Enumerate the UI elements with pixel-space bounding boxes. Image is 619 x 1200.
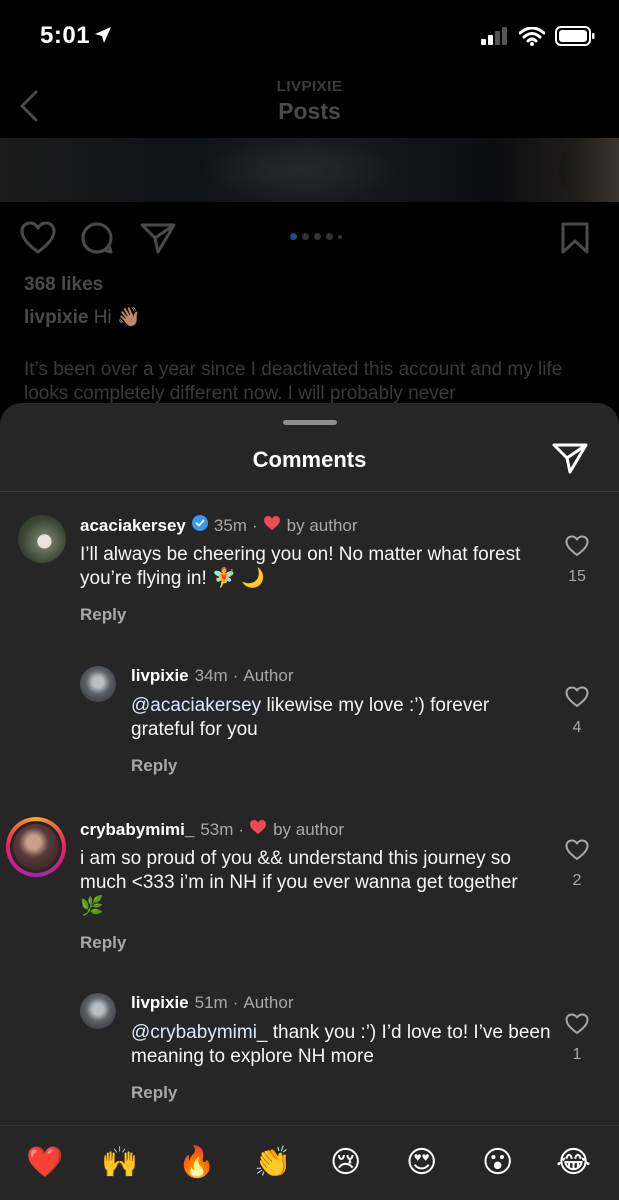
status-bar: 5:01 <box>0 0 619 70</box>
comment-time: 51m <box>194 993 228 1012</box>
reply-button[interactable]: Reply <box>80 605 126 625</box>
nav-header: LIVPIXIE Posts <box>0 70 619 140</box>
comment-author-tag: by author <box>273 819 344 839</box>
share-plane-icon[interactable] <box>552 441 588 480</box>
caption-text: Hi <box>93 307 112 328</box>
comment-username[interactable]: acaciakersey <box>80 516 186 536</box>
comment-time: 35m <box>213 515 247 535</box>
sheet-grabber[interactable] <box>283 420 337 425</box>
comment-like[interactable]: 4 <box>557 686 597 737</box>
heart-outline-icon[interactable] <box>565 1013 589 1039</box>
comment-like[interactable]: 1 <box>557 1013 597 1064</box>
comment-username[interactable]: crybabymimi_ <box>80 820 194 840</box>
avatar-story-ring[interactable] <box>6 817 66 877</box>
emoji-heart[interactable]: ❤️ <box>26 1146 63 1180</box>
comment-time: 34m <box>194 666 228 685</box>
comment-text: i am so proud of you && understand this … <box>80 848 518 917</box>
cellular-signal-icon <box>481 27 509 50</box>
emoji-heart-eyes[interactable]: 😍 <box>406 1146 437 1180</box>
mention-link[interactable]: @acaciakersey <box>131 695 261 716</box>
post-actions <box>0 215 619 259</box>
emoji-fire[interactable]: 🔥 <box>178 1146 215 1180</box>
liked-by-author-heart-icon <box>263 515 281 536</box>
comment-like[interactable]: 2 <box>557 839 597 890</box>
battery-icon <box>555 26 595 51</box>
comment-like-count: 4 <box>572 719 582 736</box>
sheet-title: Comments <box>252 447 367 472</box>
wifi-icon <box>518 26 546 51</box>
reply-button[interactable]: Reply <box>131 756 177 776</box>
caption-username[interactable]: livpixie <box>24 307 88 328</box>
likes-count[interactable]: 368 likes <box>24 274 103 296</box>
verified-badge-icon <box>191 515 208 536</box>
emoji-laughing[interactable]: 😂 <box>556 1146 591 1180</box>
comment-username[interactable]: livpixie <box>131 993 189 1013</box>
emoji-clapping[interactable]: 👏 <box>254 1146 291 1180</box>
caption-body: It’s been over a year since I deactivate… <box>24 359 563 404</box>
share-plane-icon[interactable] <box>140 221 176 260</box>
comment-bubble-icon[interactable] <box>80 221 114 260</box>
post-image[interactable] <box>0 138 619 202</box>
reply-button[interactable]: Reply <box>80 933 126 953</box>
comment-text: @crybabymimi_ thank you :’) I’d love to!… <box>131 1022 551 1067</box>
emoji-raised-hands[interactable]: 🙌 <box>101 1146 138 1180</box>
comment-author-tag: by author <box>286 515 358 535</box>
nav-title: Posts <box>278 98 341 124</box>
reply-button[interactable]: Reply <box>131 1083 177 1103</box>
emoji-quick-bar: ❤️ 🙌 🔥 👏 😢 😍 😮 😂 <box>0 1125 619 1200</box>
emoji-surprised[interactable]: 😮 <box>482 1146 513 1180</box>
comment-author-tag: Author <box>243 666 294 685</box>
nav-subtitle: LIVPIXIE <box>276 78 343 95</box>
comment-text: @acaciakersey likewise my love :’) forev… <box>131 695 490 740</box>
mention-link[interactable]: @crybabymimi_ <box>131 1022 267 1043</box>
waving-hand-icon: 👋🏽 <box>116 306 141 328</box>
caption: livpixie Hi 👋🏽 <box>24 305 141 329</box>
sheet-divider <box>0 491 619 492</box>
comment-time: 53m <box>200 819 234 839</box>
avatar[interactable] <box>18 515 66 563</box>
comment-text: I’ll always be cheering you on! No matte… <box>80 544 521 589</box>
comment-like-count: 1 <box>572 1046 582 1063</box>
comment-like[interactable]: 15 <box>557 535 597 586</box>
comment-username[interactable]: livpixie <box>131 666 189 686</box>
location-arrow-icon <box>94 26 112 49</box>
comment-like-count: 15 <box>568 568 586 585</box>
avatar[interactable] <box>80 993 116 1029</box>
liked-by-author-heart-icon <box>249 819 267 840</box>
comment-author-tag: Author <box>243 993 294 1012</box>
heart-outline-icon[interactable] <box>565 535 589 561</box>
comments-sheet: Comments acaciakersey 35m · by author I’… <box>0 403 619 1200</box>
heart-outline-icon[interactable] <box>565 686 589 712</box>
avatar[interactable] <box>80 666 116 702</box>
emoji-crying[interactable]: 😢 <box>330 1146 361 1180</box>
status-time: 5:01 <box>40 22 91 49</box>
carousel-dots <box>290 233 342 240</box>
comment-like-count: 2 <box>572 872 582 889</box>
like-heart-icon[interactable] <box>20 221 56 260</box>
heart-outline-icon[interactable] <box>565 839 589 865</box>
bookmark-icon[interactable] <box>560 221 590 260</box>
